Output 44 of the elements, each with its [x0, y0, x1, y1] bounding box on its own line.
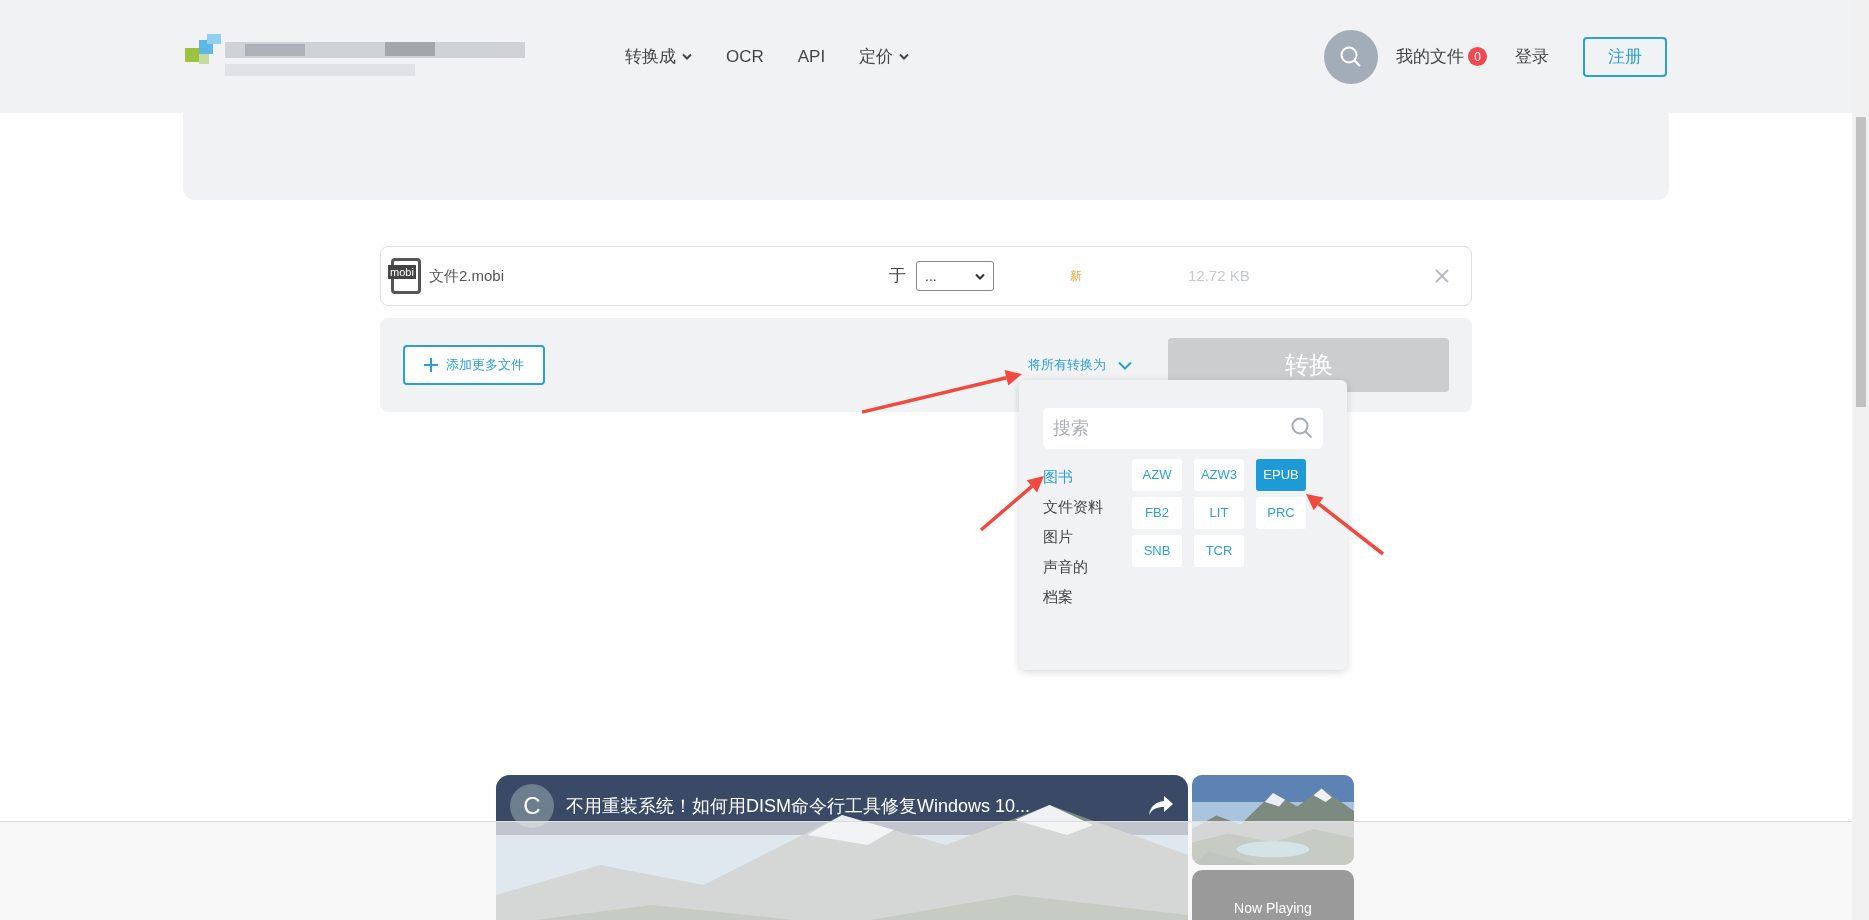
close-button[interactable]: [1433, 267, 1451, 285]
search-field[interactable]: 搜索: [1043, 408, 1323, 449]
nav-link[interactable]: 定价: [859, 43, 910, 70]
category-item[interactable]: 图片: [1043, 522, 1132, 552]
close-icon: [1435, 269, 1449, 283]
category-item[interactable]: 声音的: [1043, 552, 1132, 582]
chevron-down-icon: [975, 272, 985, 280]
search-icon: [1291, 417, 1313, 439]
scrollbar[interactable]: [1852, 0, 1869, 920]
category-item[interactable]: 图书: [1043, 462, 1132, 492]
target-format-select[interactable]: ...: [916, 261, 994, 291]
to-label: 于: [889, 265, 906, 288]
my-files-link[interactable]: 我的文件: [1396, 43, 1464, 70]
arrow-drawing: [979, 476, 1044, 532]
nav-link[interactable]: OCR: [726, 43, 764, 70]
convert-all-dropdown[interactable]: 将所有转换为: [1028, 355, 1132, 375]
category-item[interactable]: 文件资料: [1043, 492, 1132, 522]
file-name: 文件2.mobi: [429, 265, 506, 286]
add-files-button[interactable]: 添加更多文件: [403, 345, 545, 385]
now-playing-label: Now Playing: [1234, 899, 1312, 918]
status-label: 新: [1070, 268, 1082, 285]
category-item[interactable]: 档案: [1043, 582, 1132, 612]
file-size: 12.72 KB: [1188, 265, 1250, 286]
file-count-badge: 0: [1468, 47, 1487, 66]
register-button[interactable]: 注册: [1583, 36, 1667, 77]
nav-link[interactable]: API: [797, 43, 826, 70]
video-title: 不用重装系统！如何用DISM命令行工具修复Windows 10...: [566, 794, 1032, 818]
format-option[interactable]: LIT: [1194, 497, 1244, 529]
plus-icon: [424, 358, 438, 372]
format-option[interactable]: TCR: [1194, 535, 1244, 567]
now-playing-card[interactable]: Now Playing: [1192, 870, 1354, 920]
format-option[interactable]: EPUB: [1256, 459, 1306, 491]
search-icon: [1339, 44, 1363, 69]
format-option[interactable]: AZW: [1132, 459, 1182, 491]
nav-link[interactable]: 转换成: [625, 43, 692, 70]
file-icon: mobi: [391, 258, 421, 294]
format-option[interactable]: FB2: [1132, 497, 1182, 529]
format-option[interactable]: SNB: [1132, 535, 1182, 567]
format-option[interactable]: PRC: [1256, 497, 1306, 529]
format-option[interactable]: AZW3: [1194, 459, 1244, 491]
search-button[interactable]: [1324, 29, 1378, 84]
chevron-down-icon: [1118, 360, 1132, 370]
share-icon[interactable]: [1148, 795, 1174, 817]
login-link[interactable]: 登录: [1515, 43, 1549, 70]
